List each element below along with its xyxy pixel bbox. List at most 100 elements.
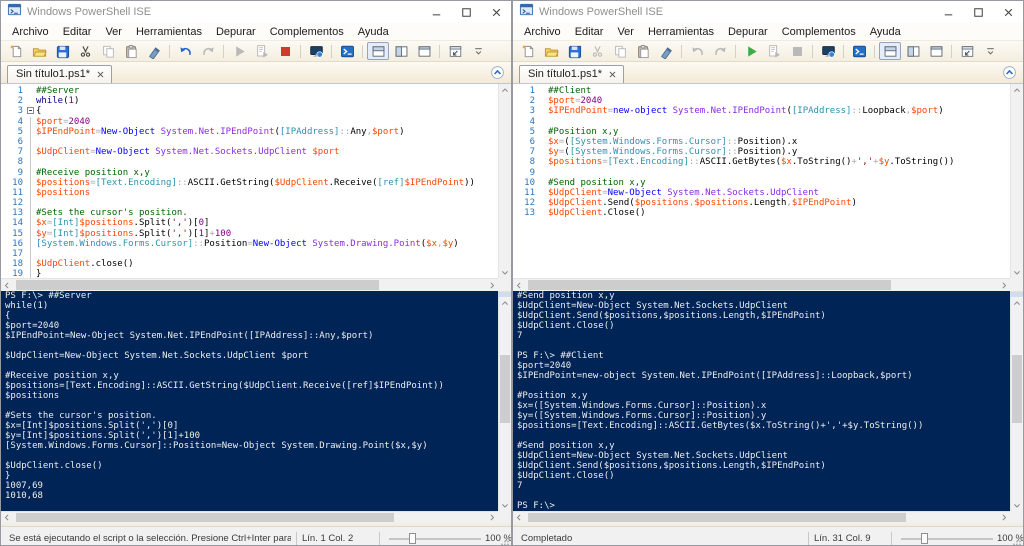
zoom-slider[interactable] [901,532,993,544]
layout-max-icon[interactable] [925,42,947,60]
collapse-script-pane-button[interactable] [1002,65,1017,80]
scroll-up-icon[interactable] [1011,297,1023,309]
tab-close-icon[interactable] [96,70,105,79]
scroll-down-icon[interactable] [499,499,511,511]
scroll-up-icon[interactable] [499,84,511,96]
menu-item-editar[interactable]: Editar [56,25,99,39]
editor-vertical-scrollbar[interactable] [498,84,511,278]
scrollbar-thumb[interactable] [527,280,891,290]
code-area[interactable]: 1 ##Client 2 $port=2040 3 $IPEndPoint=new-obj… [513,84,1010,278]
scroll-down-icon[interactable] [1011,266,1023,278]
menu-item-herramientas[interactable]: Herramientas [641,25,721,39]
scroll-up-icon[interactable] [1011,84,1023,96]
code-line[interactable]: 19} [1,269,498,278]
maximize-button[interactable] [963,1,993,23]
cut-icon[interactable] [74,42,96,60]
code-line[interactable]: 6 $x=([System.Windows.Forms.Cursor]::Posi… [513,137,1010,147]
console-output[interactable]: PS F:\> ##Server while(1){$port=2040 $IPEn… [1,291,498,511]
code-line[interactable]: 14 $x=[Int]$positions.Split(',')[0] [1,218,498,229]
code-line[interactable]: 1 ##Client [513,86,1010,96]
code-line[interactable]: 2 while(1) [1,96,498,106]
scrollbar-thumb[interactable] [527,513,906,522]
maximize-button[interactable] [451,1,481,23]
clear-console-icon[interactable] [143,42,165,60]
title-bar[interactable]: Windows PowerShell ISE [1,1,511,23]
tab-sin-titulo1[interactable]: Sin título1.ps1* [519,65,624,83]
scroll-left-icon[interactable] [1,512,13,523]
console-vertical-scrollbar[interactable] [1010,297,1023,511]
code-line[interactable]: 7 $y=([System.Windows.Forms.Cursor]::Posi… [513,147,1010,157]
code-line[interactable]: 3{ [1,106,498,116]
stop-icon[interactable] [274,42,296,60]
code-line[interactable]: 12 $UdpClient.Send($positions,$positions.… [513,198,1010,208]
scroll-right-icon[interactable] [998,512,1010,523]
show-script-pane-icon[interactable] [444,42,466,60]
code-line[interactable]: 17 [1,249,498,260]
powershell-console-icon[interactable] [848,42,870,60]
code-line[interactable]: 16 [System.Windows.Forms.Cursor]::Positio… [1,238,498,250]
undo-icon[interactable] [174,42,196,60]
zoom-slider[interactable] [389,532,481,544]
remote-tab-icon[interactable] [817,42,839,60]
title-bar[interactable]: Windows PowerShell ISE [513,1,1023,23]
collapse-script-pane-button[interactable] [490,65,505,80]
code-line[interactable]: 15 $y=[Int]$positions.Split(',')[1]+100 [1,228,498,240]
scroll-down-icon[interactable] [1011,499,1023,511]
scroll-right-icon[interactable] [486,279,498,291]
powershell-console-icon[interactable] [336,42,358,60]
menu-item-complementos[interactable]: Complementos [263,25,351,39]
scrollbar-thumb[interactable] [15,280,379,290]
scrollbar-thumb[interactable] [15,513,394,522]
code-line[interactable]: 9 [513,168,1010,178]
scroll-left-icon[interactable] [513,512,525,523]
new-file-icon[interactable] [5,42,27,60]
code-line[interactable]: 8 $positions=[Text.Encoding]::ASCII.GetBy… [513,157,1010,167]
code-line[interactable]: 11 $UdpClient=New-Object System.Net.Socke… [513,188,1010,198]
console-pane[interactable]: #Send position x,y $UdpClient=New-Object … [513,291,1023,523]
clear-console-icon[interactable] [655,42,677,60]
scroll-down-icon[interactable] [499,266,511,278]
fold-collapse-icon[interactable] [27,107,34,115]
remote-tab-icon[interactable] [305,42,327,60]
menu-item-ayuda[interactable]: Ayuda [863,25,908,39]
menu-item-archivo[interactable]: Archivo [517,25,568,39]
console-horizontal-scrollbar[interactable] [1,511,498,523]
code-area[interactable]: 1 ##Server 2 while(1) 3{4 $port=2040 5 $IPEndPo… [1,84,498,278]
code-line[interactable]: 10 #Send position x,y [513,178,1010,188]
minimize-button[interactable] [933,1,963,23]
code-line[interactable]: 5 #Position x,y [513,127,1010,137]
code-line[interactable]: 12 [1,198,498,209]
layout-max-icon[interactable] [413,42,435,60]
save-icon[interactable] [51,42,73,60]
close-button[interactable] [993,1,1023,23]
open-folder-icon[interactable] [540,42,562,60]
console-vertical-scrollbar[interactable] [498,297,511,511]
menu-item-ver[interactable]: Ver [610,25,641,39]
code-line[interactable]: 3 $IPEndPoint=new-object System.Net.IPEnd… [513,106,1010,116]
menu-item-archivo[interactable]: Archivo [5,25,56,39]
code-line[interactable]: 13 #Sets the cursor's position. [1,208,498,219]
console-pane[interactable]: PS F:\> ##Server while(1){$port=2040 $IPEn… [1,291,511,523]
tab-sin-titulo1[interactable]: Sin título1.ps1* [7,65,112,83]
code-line[interactable]: 13 $UdpClient.Close() [513,208,1010,218]
run-script-icon[interactable] [740,42,762,60]
code-line[interactable]: 8 [1,157,498,168]
layout-right-icon[interactable] [390,42,412,60]
paste-icon[interactable] [632,42,654,60]
zoom-slider-handle[interactable] [409,532,417,544]
close-button[interactable] [481,1,511,23]
menu-item-complementos[interactable]: Complementos [775,25,863,39]
menu-item-depurar[interactable]: Depurar [721,25,775,39]
scroll-up-icon[interactable] [499,297,511,309]
resize-grip[interactable] [1011,535,1022,545]
resize-grip[interactable] [499,535,510,545]
show-script-pane-icon[interactable] [956,42,978,60]
code-line[interactable]: 4 [513,117,1010,127]
scroll-right-icon[interactable] [998,279,1010,291]
scroll-left-icon[interactable] [1,279,13,291]
scrollbar-thumb[interactable] [500,354,510,424]
editor-vertical-scrollbar[interactable] [1010,84,1023,278]
menu-item-ayuda[interactable]: Ayuda [351,25,396,39]
code-line[interactable]: 4 $port=2040 [1,116,498,127]
code-line[interactable]: 1 ##Server [1,86,498,96]
